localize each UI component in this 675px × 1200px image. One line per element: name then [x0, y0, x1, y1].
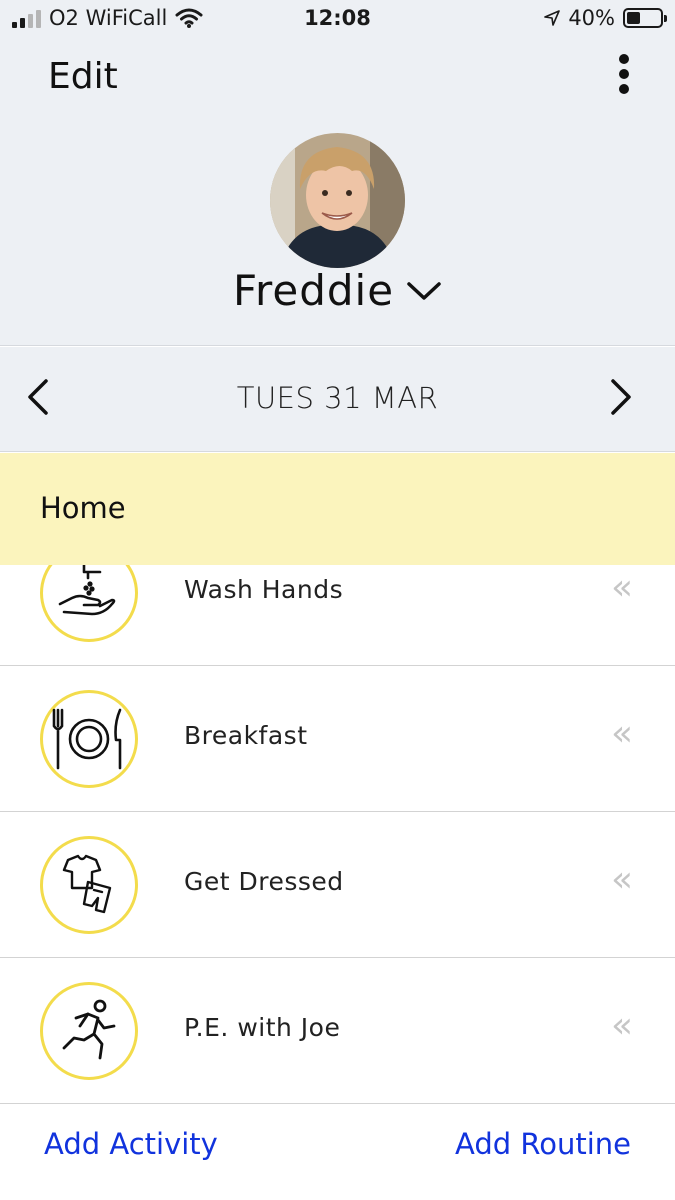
activity-label: Get Dressed	[184, 867, 344, 896]
list-item[interactable]: Get Dressed «	[0, 812, 675, 958]
activity-label: P.E. with Joe	[184, 1013, 341, 1042]
chevron-down-icon	[407, 281, 441, 300]
footer-actions: Add Activity Add Routine	[0, 1105, 675, 1200]
battery-icon	[623, 8, 667, 28]
swipe-left-icon[interactable]: «	[611, 570, 633, 606]
date-navigator: TUES 31 MAR	[0, 347, 675, 452]
activity-label: Wash Hands	[184, 575, 344, 604]
child-selector[interactable]: Freddie	[0, 266, 675, 315]
activity-label: Breakfast	[184, 721, 308, 750]
status-right: 40%	[544, 6, 667, 30]
more-options-icon[interactable]	[617, 54, 631, 94]
avatar[interactable]	[270, 133, 405, 268]
status-bar: O2 WiFiCall 12:08 40%	[0, 0, 675, 38]
list-item[interactable]: P.E. with Joe «	[0, 958, 675, 1104]
clothes-icon	[40, 836, 138, 934]
swipe-left-icon[interactable]: «	[611, 716, 633, 752]
edit-button[interactable]: Edit	[48, 56, 118, 97]
running-person-icon	[40, 982, 138, 1080]
chevron-right-icon[interactable]	[605, 377, 635, 417]
add-activity-button[interactable]: Add Activity	[44, 1127, 218, 1161]
section-title: Home	[40, 491, 126, 525]
location-arrow-icon	[544, 10, 561, 26]
plate-cutlery-icon	[40, 690, 138, 788]
battery-percent: 40%	[568, 6, 615, 30]
battery-fill	[627, 12, 640, 24]
swipe-left-icon[interactable]: «	[611, 1008, 633, 1044]
routine-section-header[interactable]: Home	[0, 453, 675, 565]
add-routine-button[interactable]: Add Routine	[455, 1127, 631, 1161]
current-date: TUES 31 MAR	[236, 381, 439, 415]
swipe-left-icon[interactable]: «	[611, 862, 633, 898]
child-name: Freddie	[232, 266, 395, 315]
profile-header: Edit Freddie	[0, 38, 675, 346]
list-item[interactable]: Breakfast «	[0, 666, 675, 812]
